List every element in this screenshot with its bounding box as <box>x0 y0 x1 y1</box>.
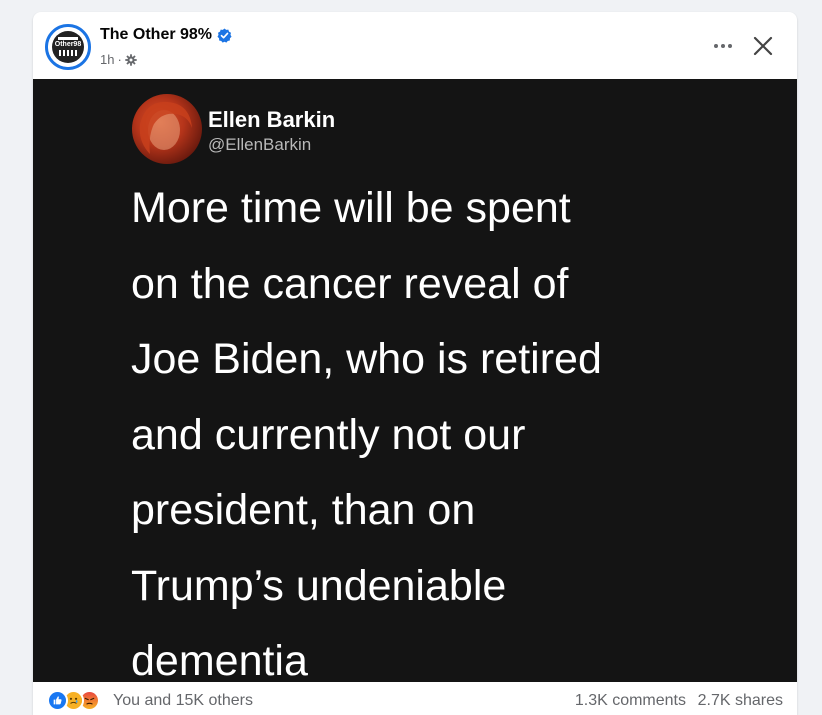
post-footer: You and 15K others 1.3K comments 2.7K sh… <box>33 682 797 715</box>
verified-badge-icon <box>217 27 232 43</box>
reactions-summary-icons[interactable] <box>47 690 100 711</box>
comments-count-link[interactable]: 1.3K comments <box>575 692 686 710</box>
page-logo-icon: Other98 <box>48 27 88 67</box>
reaction-summary-text[interactable]: You and 15K others <box>113 692 253 710</box>
gear-icon[interactable] <box>125 53 137 66</box>
page-logo-text: Other98 <box>55 41 82 48</box>
page-avatar[interactable]: Other98 <box>45 24 91 70</box>
post-header: Other98 The Other 98% 1h · <box>33 12 797 79</box>
tweet-author-avatar <box>132 94 202 164</box>
meta-separator: · <box>117 52 122 67</box>
more-options-button[interactable] <box>709 32 737 60</box>
more-horizontal-icon <box>714 44 718 48</box>
close-icon <box>753 36 773 56</box>
tweet-author-handle: @EllenBarkin <box>208 135 312 154</box>
like-reaction-icon <box>47 690 68 711</box>
post-time[interactable]: 1h <box>100 52 114 67</box>
post-image[interactable]: Ellen Barkin @EllenBarkin More time will… <box>33 79 797 685</box>
tweet-author-name: Ellen Barkin <box>208 107 336 132</box>
page-name-row: The Other 98% <box>100 26 232 44</box>
page-name[interactable]: The Other 98% <box>100 26 212 44</box>
close-button[interactable] <box>747 30 779 62</box>
post-card: Other98 The Other 98% 1h · Ellen Barkin … <box>33 12 797 715</box>
tweet-text: More time will be spent on the cancer re… <box>131 184 602 685</box>
shares-count-link[interactable]: 2.7K shares <box>698 692 783 710</box>
post-meta: 1h · <box>100 52 137 67</box>
